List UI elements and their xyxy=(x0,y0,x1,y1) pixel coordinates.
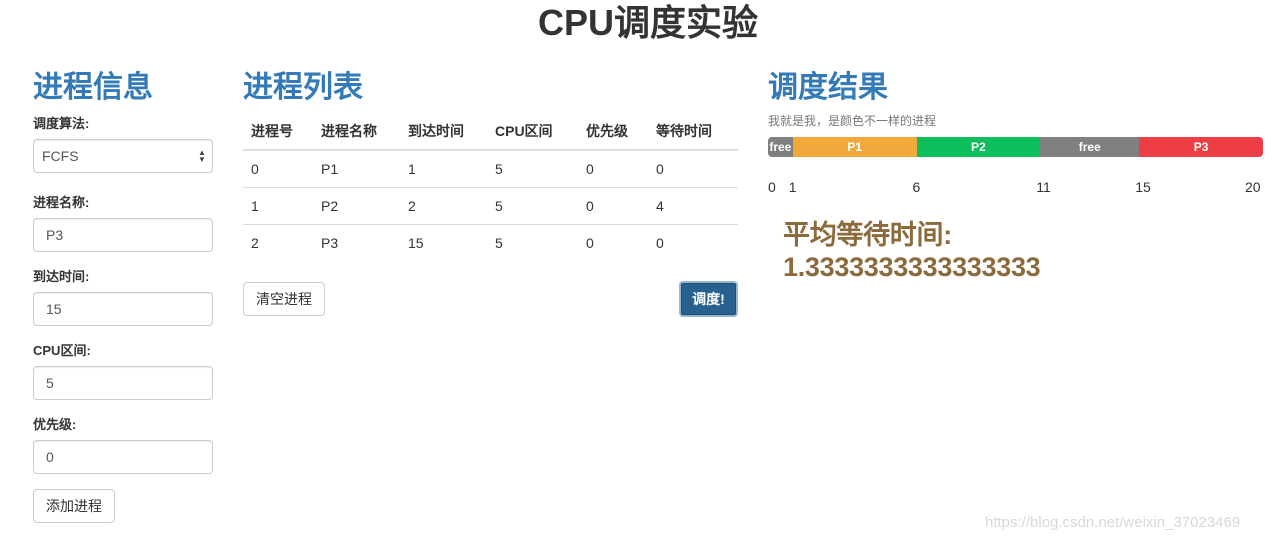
table-row: 1 P2 2 5 0 4 xyxy=(243,187,738,225)
gantt-chart: free P1 P2 free P3 xyxy=(768,137,1263,157)
table-cell: 2 xyxy=(251,234,259,251)
priority-label: 优先级: xyxy=(33,417,77,432)
gantt-segment-p2: P2 xyxy=(916,137,1041,157)
gantt-tick-label: 11 xyxy=(1036,179,1051,195)
table-cell: 1 xyxy=(243,187,313,225)
arrival-time-input[interactable]: 15 xyxy=(33,292,213,326)
table-cell: 4 xyxy=(648,187,738,225)
table-cell: 0 xyxy=(578,187,648,225)
table-cell: 5 xyxy=(495,234,503,251)
algorithm-label: 调度算法: xyxy=(33,116,90,131)
gantt-tick-label: 1 xyxy=(788,179,797,195)
column-header: 优先级 xyxy=(578,113,648,151)
algorithm-select-value: FCFS xyxy=(42,148,79,164)
clear-processes-button[interactable]: 清空进程 xyxy=(243,282,325,316)
gantt-subtitle: 我就是我，是颜色不一样的进程 xyxy=(768,114,937,128)
avg-wait-value: 1.3333333333333333 xyxy=(783,252,1041,282)
column-header: CPU区间 xyxy=(487,113,578,151)
table-cell: 0 xyxy=(656,234,664,251)
watermark: https://blog.csdn.net/weixin_37023469 xyxy=(985,514,1241,531)
table-cell: 0 xyxy=(578,150,648,188)
table-cell: P3 xyxy=(321,234,339,251)
add-process-button[interactable]: 添加进程 xyxy=(33,489,115,523)
process-name-label: 进程名称: xyxy=(33,195,90,210)
process-name-input[interactable]: P3 xyxy=(33,218,213,252)
gantt-segment-p1: P1 xyxy=(792,137,917,157)
priority-input[interactable]: 0 xyxy=(33,440,213,474)
cpu-burst-label: CPU区间: xyxy=(33,343,91,358)
gantt-tick-label: 20 xyxy=(1245,179,1261,195)
process-info-title: 进程信息 xyxy=(33,71,153,104)
select-arrows-icon: ▲ ▼ xyxy=(198,148,206,164)
table-cell: P2 xyxy=(313,187,400,225)
table-cell: 0 xyxy=(586,234,594,251)
table-cell: 0 xyxy=(648,150,738,188)
page: CPU调度实验 进程信息 调度算法: FCFS ▲ ▼ 进程名称: P3 到达时间… xyxy=(0,0,1272,543)
algorithm-select[interactable]: FCFS ▲ ▼ xyxy=(33,139,213,173)
arrival-time-label: 到达时间: xyxy=(33,269,90,284)
process-table: 进程号 进程名称 到达时间 CPU区间 优先级 等待时间 0 P1 1 5 0 … xyxy=(243,113,738,261)
table-header-row: 进程号 进程名称 到达时间 CPU区间 优先级 等待时间 xyxy=(243,113,738,151)
table-cell: P1 xyxy=(313,150,400,188)
gantt-tick-label: 6 xyxy=(912,179,921,195)
gantt-segment-free: free xyxy=(1040,137,1140,157)
gantt-tick-label: 0 xyxy=(768,179,776,195)
column-header: 等待时间 xyxy=(648,113,738,151)
table-cell: 15 xyxy=(408,234,424,251)
table-row: 0 P1 1 5 0 0 xyxy=(243,150,738,188)
gantt-segment-p3: P3 xyxy=(1139,137,1263,157)
table-cell: 5 xyxy=(487,187,578,225)
avg-wait-label: 平均等待时间: xyxy=(783,220,952,250)
column-header: 到达时间 xyxy=(400,113,487,151)
process-list-title: 进程列表 xyxy=(243,71,363,104)
table-cell: 2 xyxy=(400,187,487,225)
column-header: 进程号 xyxy=(243,113,313,151)
schedule-button[interactable]: 调度! xyxy=(679,281,738,317)
schedule-result-title: 调度结果 xyxy=(768,71,888,104)
page-title: CPU调度实验 xyxy=(537,2,758,43)
gantt-segment-free: free xyxy=(768,137,793,157)
cpu-burst-input[interactable]: 5 xyxy=(33,366,213,400)
table-cell: 0 xyxy=(243,150,313,188)
gantt-tick-label: 15 xyxy=(1135,179,1151,195)
table-cell: 1 xyxy=(400,150,487,188)
table-cell: 5 xyxy=(487,150,578,188)
column-header: 进程名称 xyxy=(313,113,400,151)
table-row: 2 P3 15 5 0 0 xyxy=(243,224,738,261)
